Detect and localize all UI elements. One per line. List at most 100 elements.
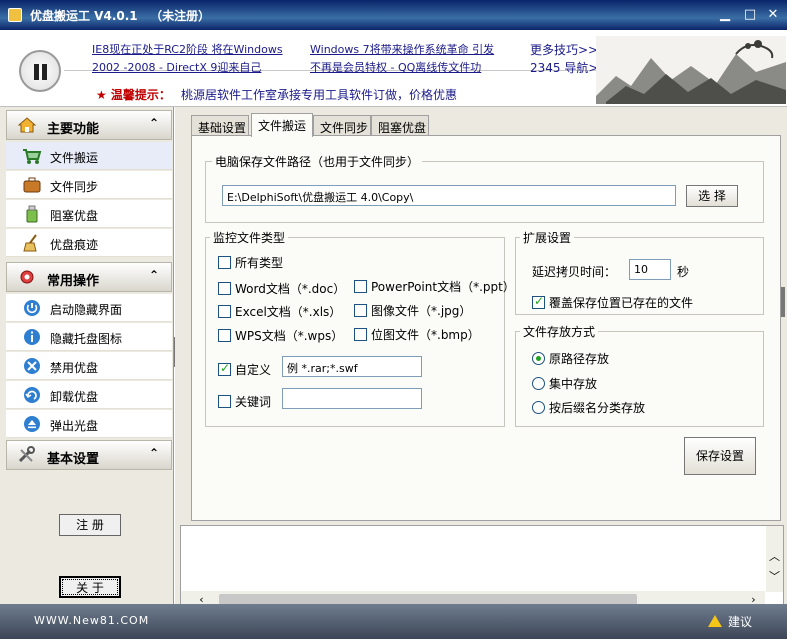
sidebar-item-label: 优盘痕迹 bbox=[50, 238, 99, 252]
header-banner: IE8现在正处于RC2阶段 将在Windows 2002 -2008 - Dir… bbox=[0, 30, 787, 107]
checkbox-label: PowerPoint文档（*.ppt） bbox=[371, 280, 515, 294]
right-collapse-handle[interactable] bbox=[781, 287, 785, 317]
news-link[interactable]: 不再是会员特权 - QQ离线传文件功 bbox=[310, 59, 481, 75]
save-settings-button[interactable]: 保存设置 bbox=[684, 437, 756, 475]
ppt-checkbox[interactable]: PowerPoint文档（*.ppt） bbox=[354, 278, 515, 295]
section-label: 常用操作 bbox=[47, 274, 100, 289]
excel-checkbox[interactable]: Excel文档（*.xls） bbox=[218, 303, 341, 320]
storage-original-path-radio[interactable]: 原路径存放 bbox=[532, 350, 609, 367]
vertical-scrollbar[interactable]: ︿ ﹀ bbox=[766, 526, 783, 592]
file-move-panel: 电脑保存文件路径（也用于文件同步） E:\DelphiSoft\优盘搬运工 4.… bbox=[191, 135, 781, 521]
checkbox-box[interactable] bbox=[532, 294, 545, 309]
close-button[interactable]: ✕ bbox=[766, 8, 780, 22]
radio-label: 原路径存放 bbox=[549, 352, 610, 366]
register-button[interactable]: 注 册 bbox=[59, 514, 121, 536]
sidebar-item-unload-usb[interactable]: 卸载优盘 bbox=[6, 381, 172, 409]
tab-file-move[interactable]: 文件搬运 bbox=[251, 113, 313, 137]
delay-input[interactable]: 10 bbox=[629, 259, 671, 280]
radio-dot[interactable] bbox=[532, 352, 545, 365]
section-basic-settings[interactable]: 基本设置 ⌃ bbox=[6, 440, 172, 470]
sidebar-item-file-move[interactable]: 文件搬运 bbox=[6, 142, 172, 170]
title-bar[interactable]: 优盘搬运工 V4.0.1 （未注册） ▁ □ ✕ bbox=[0, 0, 787, 30]
tab-basic-settings[interactable]: 基础设置 bbox=[191, 115, 249, 136]
chevron-up-icon[interactable]: ⌃ bbox=[149, 268, 159, 282]
all-types-checkbox[interactable]: 所有类型 bbox=[218, 254, 283, 271]
radio-dot[interactable] bbox=[532, 401, 545, 414]
word-checkbox[interactable]: Word文档（*.doc） bbox=[218, 280, 345, 297]
image-checkbox[interactable]: 图像文件（*.jpg） bbox=[354, 302, 471, 319]
sidebar-item-label: 弹出光盘 bbox=[50, 419, 99, 433]
sidebar-item-disable-usb[interactable]: 禁用优盘 bbox=[6, 352, 172, 380]
pause-button[interactable] bbox=[19, 50, 61, 92]
custom-checkbox[interactable]: 自定义 bbox=[218, 361, 271, 378]
storage-centralized-radio[interactable]: 集中存放 bbox=[532, 375, 597, 392]
section-common-operations[interactable]: 常用操作 ⌃ bbox=[6, 262, 172, 292]
checkbox-box[interactable] bbox=[218, 256, 231, 269]
section-label: 基本设置 bbox=[47, 452, 100, 467]
custom-ext-input[interactable]: 例 *.rar;*.swf bbox=[282, 356, 422, 377]
sidebar-item-usb-traces[interactable]: 优盘痕迹 bbox=[6, 229, 172, 257]
sidebar-item-hide-tray[interactable]: 隐藏托盘图标 bbox=[6, 323, 172, 351]
path-group-legend: 电脑保存文件路径（也用于文件同步） bbox=[212, 153, 423, 170]
checkbox-box[interactable] bbox=[218, 329, 231, 342]
tip-label: ★ 温馨提示： bbox=[96, 88, 171, 102]
overwrite-checkbox[interactable]: 覆盖保存位置已存在的文件 bbox=[532, 294, 693, 311]
gear-icon bbox=[20, 270, 34, 284]
briefcase-icon bbox=[23, 177, 41, 193]
suggest-link[interactable]: 建议 bbox=[708, 613, 752, 630]
tab-block-usb[interactable]: 阻塞优盘 bbox=[371, 115, 429, 136]
main-panel: 基础设置 文件搬运 文件同步 阻塞优盘 电脑保存文件路径（也用于文件同步） E:… bbox=[175, 107, 787, 609]
tab-file-sync[interactable]: 文件同步 bbox=[313, 115, 371, 136]
save-path-input[interactable]: E:\DelphiSoft\优盘搬运工 4.0\Copy\ bbox=[222, 185, 676, 206]
news-link[interactable]: IE8现在正处于RC2阶段 将在Windows bbox=[92, 41, 283, 57]
section-main-functions[interactable]: 主要功能 ⌃ bbox=[6, 110, 172, 140]
eject-icon bbox=[24, 416, 40, 432]
checkbox-box[interactable] bbox=[218, 282, 231, 295]
storage-mode-legend: 文件存放方式 bbox=[520, 323, 599, 340]
section-label: 主要功能 bbox=[47, 122, 100, 137]
keyword-input[interactable] bbox=[282, 388, 422, 409]
tools-icon bbox=[18, 446, 35, 463]
about-button[interactable]: 关 于 bbox=[59, 576, 121, 598]
keyword-checkbox[interactable]: 关键词 bbox=[218, 393, 271, 410]
block-icon bbox=[24, 358, 40, 374]
landscape-painting-icon bbox=[596, 36, 786, 104]
scroll-up-icon[interactable]: ︿ bbox=[766, 548, 783, 565]
chevron-up-icon[interactable]: ⌃ bbox=[149, 446, 159, 460]
radio-dot[interactable] bbox=[532, 377, 545, 390]
radio-label: 集中存放 bbox=[549, 377, 598, 391]
storage-by-extension-radio[interactable]: 按后缀名分类存放 bbox=[532, 399, 645, 416]
checkbox-label: WPS文档（*.wps） bbox=[235, 329, 344, 343]
wps-checkbox[interactable]: WPS文档（*.wps） bbox=[218, 327, 343, 344]
more-tips-link[interactable]: 更多技巧>> bbox=[530, 41, 598, 58]
sidebar-item-block-usb[interactable]: 阻塞优盘 bbox=[6, 200, 172, 228]
tip-text[interactable]: 桃源居软件工作室承接专用工具软件订做，价格优惠 bbox=[181, 88, 457, 102]
sidebar-item-file-sync[interactable]: 文件同步 bbox=[6, 171, 172, 199]
window-title: 优盘搬运工 V4.0.1 （未注册） bbox=[30, 9, 211, 23]
checkbox-label: 图像文件（*.jpg） bbox=[371, 304, 472, 318]
sidebar-item-start-hidden[interactable]: 启动隐藏界面 bbox=[6, 294, 172, 322]
checkbox-box[interactable] bbox=[218, 305, 231, 318]
chevron-up-icon[interactable]: ⌃ bbox=[149, 116, 159, 130]
sidebar-item-label: 启动隐藏界面 bbox=[50, 303, 123, 317]
sidebar-item-eject-cd[interactable]: 弹出光盘 bbox=[6, 410, 172, 438]
sidebar-item-label: 卸载优盘 bbox=[50, 390, 99, 404]
scroll-down-icon[interactable]: ﹀ bbox=[766, 568, 783, 585]
checkbox-box[interactable] bbox=[218, 361, 231, 376]
path-group: 电脑保存文件路径（也用于文件同步） E:\DelphiSoft\优盘搬运工 4.… bbox=[205, 153, 764, 223]
maximize-button[interactable]: □ bbox=[743, 8, 757, 22]
checkbox-box[interactable] bbox=[354, 280, 367, 293]
news-link[interactable]: Windows 7将带来操作系统革命 引发 bbox=[310, 41, 494, 57]
sidebar-item-label: 文件同步 bbox=[50, 180, 99, 194]
checkbox-box[interactable] bbox=[354, 328, 367, 341]
checkbox-box[interactable] bbox=[354, 304, 367, 317]
log-area[interactable]: ︿ ﹀ ‹ › bbox=[180, 525, 784, 609]
browse-button[interactable]: 选 择 bbox=[686, 185, 738, 207]
minimize-button[interactable]: ▁ bbox=[718, 8, 732, 22]
bitmap-checkbox[interactable]: 位图文件（*.bmp） bbox=[354, 326, 480, 343]
checkbox-box[interactable] bbox=[218, 395, 231, 408]
extended-settings-group: 扩展设置 延迟拷贝时间： 10 秒 覆盖保存位置已存在的文件 bbox=[515, 229, 764, 315]
sidebar: 主要功能 ⌃ 文件搬运 文件同步 阻塞优盘 优盘痕迹 常用操作 ⌃ 启动隐藏界面… bbox=[0, 107, 174, 604]
house-icon bbox=[17, 117, 37, 133]
news-link[interactable]: 2002 -2008 - DirectX 9迎来自己 bbox=[92, 59, 261, 75]
